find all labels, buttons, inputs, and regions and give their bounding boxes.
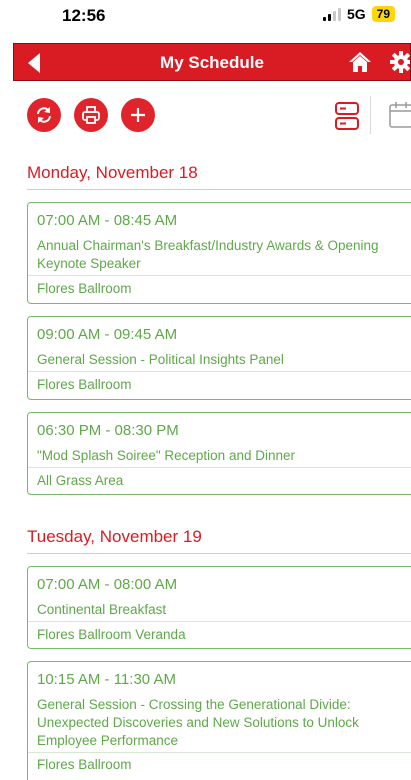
event-divider: [28, 371, 411, 372]
calendar-view-button[interactable]: [388, 100, 411, 130]
event-divider: [28, 621, 411, 622]
home-icon: [349, 52, 371, 72]
toolbar-divider: [370, 96, 371, 134]
event-card[interactable]: 07:00 AM - 08:45 AM Annual Chairman's Br…: [27, 202, 411, 304]
event-time: 10:15 AM - 11:30 AM: [37, 671, 176, 688]
list-view-button[interactable]: [334, 100, 360, 132]
status-bar: 12:56 5G 79: [0, 0, 411, 40]
event-time: 07:00 AM - 08:00 AM: [37, 576, 178, 593]
battery-icon: 79: [371, 6, 395, 22]
day-divider: [27, 189, 411, 190]
print-button[interactable]: [74, 98, 108, 132]
event-divider: [28, 467, 411, 468]
settings-button[interactable]: [388, 50, 410, 74]
add-button[interactable]: [121, 98, 155, 132]
calendar-icon: [389, 102, 411, 128]
event-location: Flores Ballroom: [37, 377, 132, 392]
refresh-icon: [37, 107, 51, 123]
event-title: General Session - Political Insights Pan…: [37, 352, 284, 367]
status-time: 12:56: [62, 6, 106, 25]
event-card[interactable]: 07:00 AM - 08:00 AM Continental Breakfas…: [27, 566, 411, 649]
status-indicators: 5G 79: [322, 6, 395, 22]
refresh-button[interactable]: [27, 98, 61, 132]
day-header: Tuesday, November 19: [27, 527, 202, 546]
event-time: 06:30 PM - 08:30 PM: [37, 422, 179, 439]
network-type: 5G: [346, 6, 366, 22]
event-card[interactable]: 06:30 PM - 08:30 PM "Mod Splash Soiree" …: [27, 412, 411, 495]
home-button[interactable]: [348, 51, 372, 73]
event-location: All Grass Area: [37, 473, 124, 488]
day-divider: [27, 553, 411, 554]
list-view-icon: [335, 102, 359, 130]
event-title: "Mod Splash Soiree" Reception and Dinner: [37, 448, 295, 463]
event-time: 07:00 AM - 08:45 AM: [37, 212, 178, 229]
plus-icon: [131, 108, 145, 122]
event-title: Annual Chairman's Breakfast/Industry Awa…: [37, 238, 379, 271]
event-time: 09:00 AM - 09:45 AM: [37, 326, 178, 343]
print-icon: [82, 106, 100, 124]
signal-icon: [322, 7, 341, 21]
event-title: Continental Breakfast: [37, 602, 167, 617]
event-location: Flores Ballroom: [37, 281, 132, 296]
event-divider: [28, 752, 411, 753]
event-card[interactable]: 09:00 AM - 09:45 AM General Session - Po…: [27, 316, 411, 400]
gear-icon: [390, 51, 410, 73]
day-header: Monday, November 18: [27, 163, 198, 182]
event-divider: [28, 275, 411, 276]
app-header: My Schedule: [13, 43, 411, 81]
event-title: General Session - Crossing the Generatio…: [37, 697, 359, 748]
event-location: Flores Ballroom: [37, 757, 132, 772]
event-card[interactable]: 10:15 AM - 11:30 AM General Session - Cr…: [27, 661, 411, 780]
event-location: Flores Ballroom Veranda: [37, 627, 186, 642]
